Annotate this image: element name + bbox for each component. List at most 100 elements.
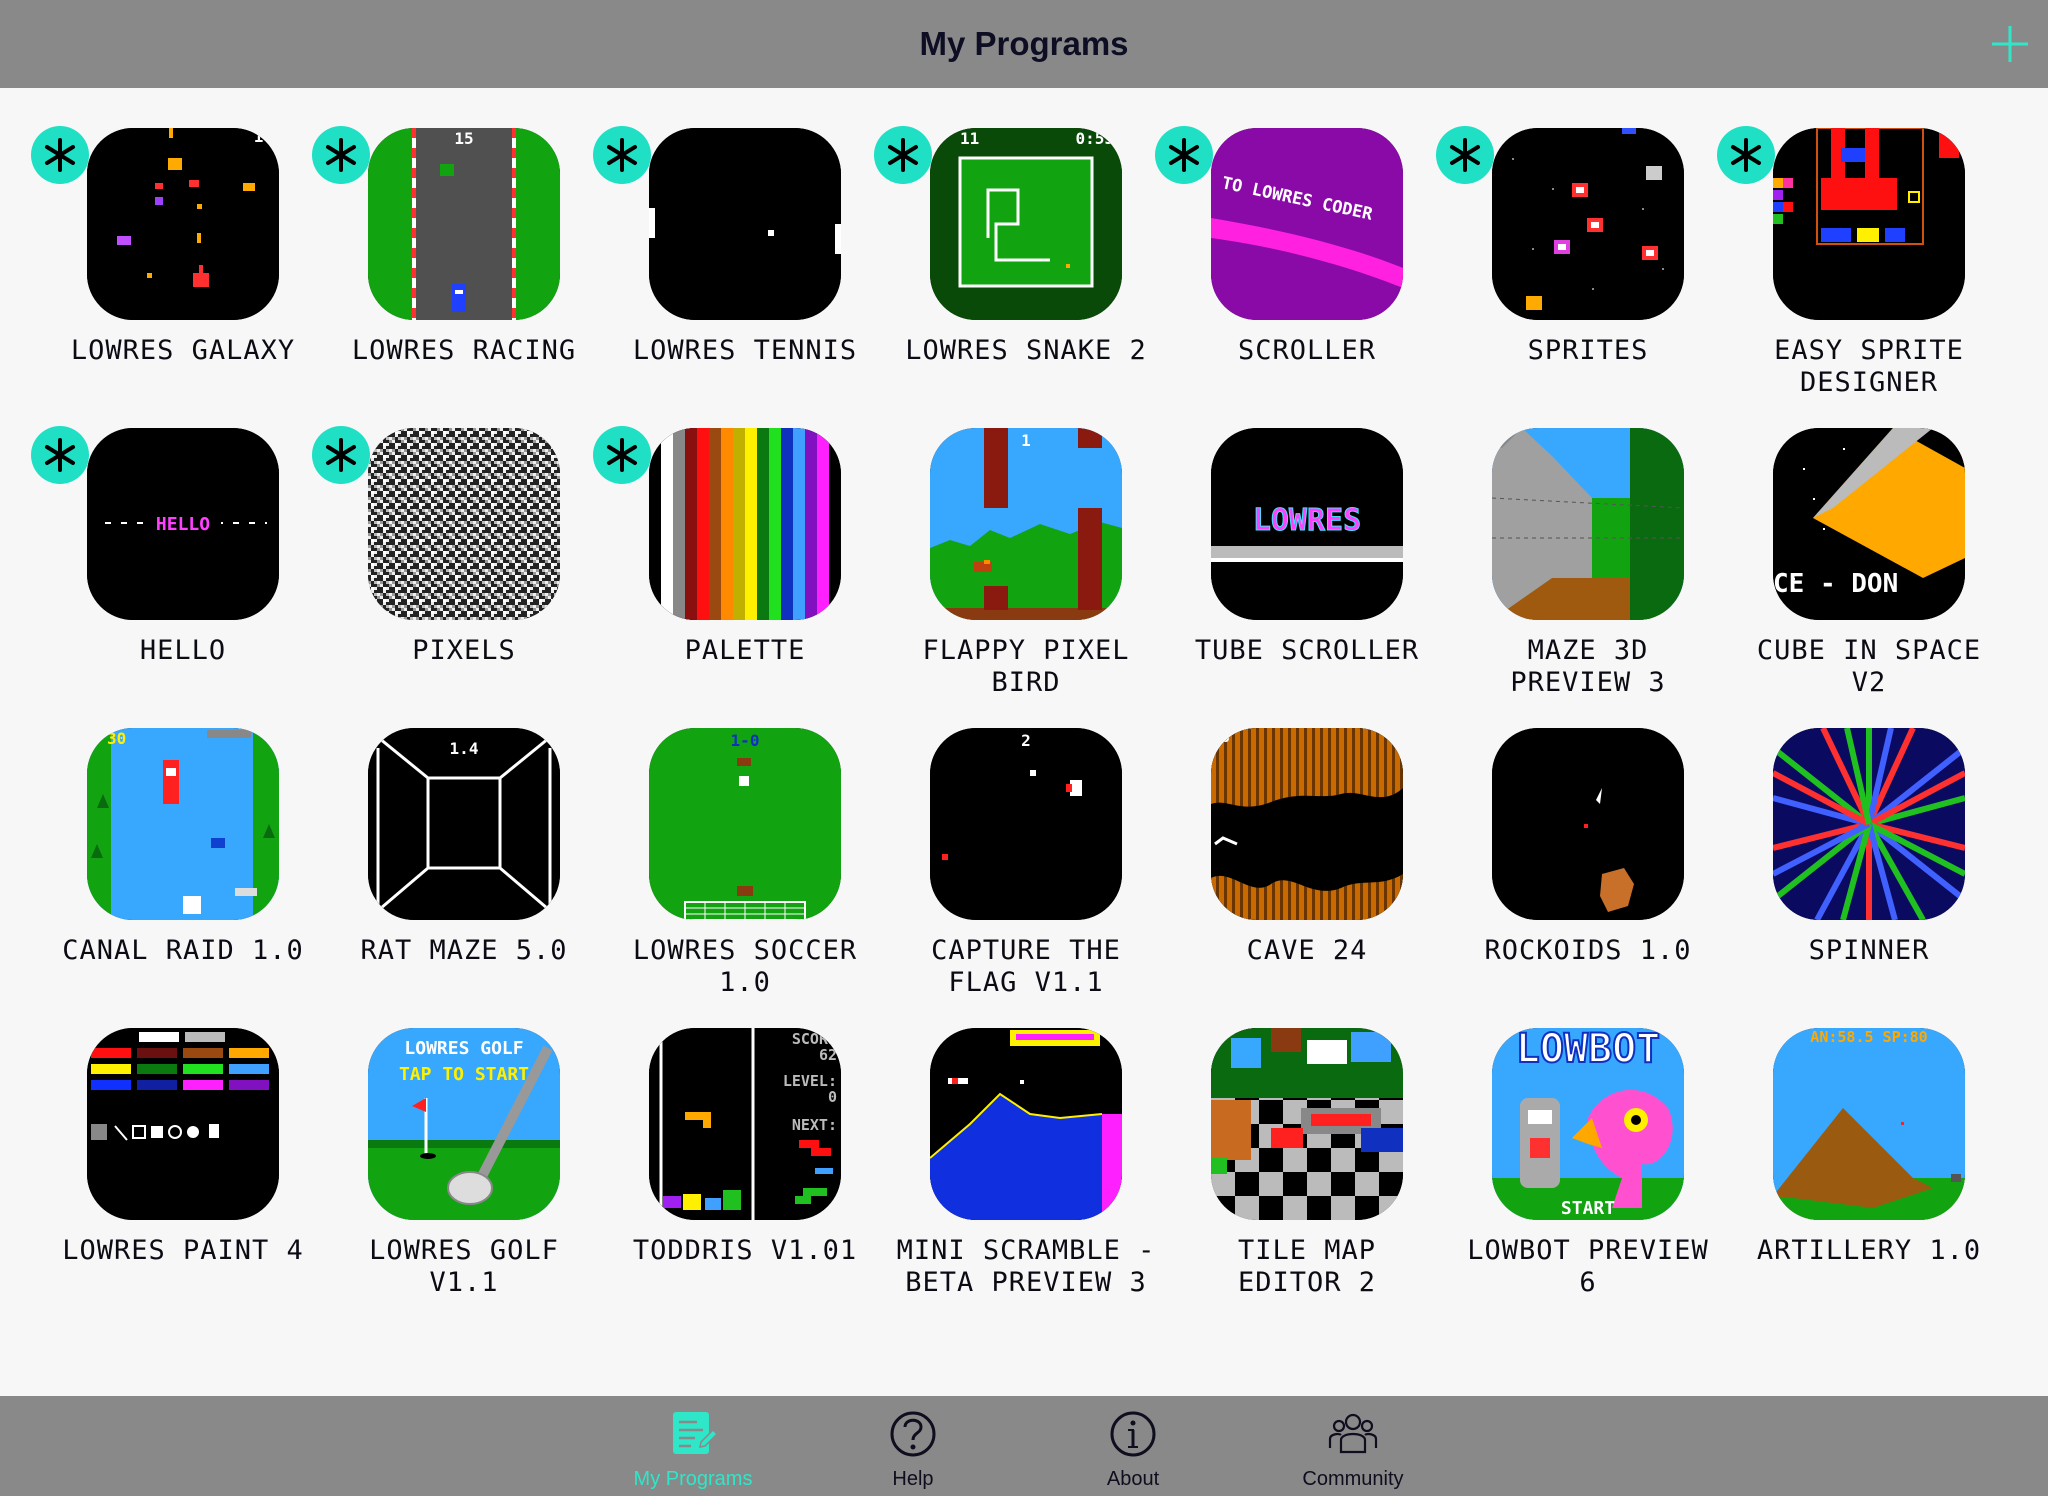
program-thumb-text: 1-0 bbox=[731, 731, 760, 750]
tab-label: Help bbox=[892, 1468, 934, 1490]
program-thumb-text: 30 bbox=[107, 729, 126, 748]
program-name: CANAL RAID 1.0 bbox=[62, 935, 304, 966]
program-name: PALETTE bbox=[684, 635, 806, 666]
add-program-button[interactable] bbox=[1986, 20, 2034, 68]
program-thumb-text-2: 0:55 bbox=[1075, 129, 1114, 148]
program-name: LOWRES SOCCER 1.0 bbox=[632, 935, 858, 998]
program-name: RAT MAZE 5.0 bbox=[360, 935, 568, 966]
page-title: My Programs bbox=[919, 25, 1129, 62]
help-icon bbox=[890, 1411, 936, 1457]
program-name: MINI SCRAMBLE - BETA PREVIEW 3 bbox=[896, 1235, 1156, 1298]
program-name: SPRITES bbox=[1527, 335, 1649, 366]
program-thumb-text: 15 bbox=[454, 129, 473, 148]
tab-bar: My Programs Help About Community bbox=[0, 1396, 2048, 1496]
program-name: FLAPPY PIXEL BIRD bbox=[922, 635, 1130, 698]
program-thumbnail[interactable]: 1-0 bbox=[649, 728, 841, 920]
program-thumb-text: LOWRES bbox=[1253, 503, 1361, 538]
program-name: LOWRES SNAKE 2 bbox=[905, 335, 1147, 366]
program-thumb-text-2: START bbox=[1561, 1198, 1615, 1219]
community-icon bbox=[1328, 1413, 1378, 1454]
program-name: TODDRIS V1.01 bbox=[632, 1235, 858, 1266]
program-thumb-text: 2 bbox=[1021, 731, 1031, 750]
program-thumbnail[interactable]: CE - DON bbox=[1773, 428, 1965, 620]
star-badge-icon bbox=[1436, 126, 1494, 184]
tab-community[interactable]: Community bbox=[1253, 1396, 1453, 1496]
program-name: CAPTURE THE FLAG V1.1 bbox=[931, 935, 1121, 998]
navigation-bar: My Programs bbox=[0, 0, 2048, 88]
tab-about[interactable]: About bbox=[1033, 1396, 1233, 1496]
program-thumbnail[interactable]: 1.4 bbox=[368, 728, 560, 920]
program-name: LOWRES GALAXY bbox=[70, 335, 296, 366]
program-name: PIXELS bbox=[412, 635, 516, 666]
program-thumbnail[interactable]: 11 0:55 bbox=[930, 128, 1122, 320]
program-name: SCROLLER bbox=[1237, 335, 1377, 366]
program-thumbnail[interactable]: 16 bbox=[87, 128, 279, 320]
about-icon bbox=[1110, 1411, 1156, 1457]
program-name: TILE MAP EDITOR 2 bbox=[1237, 1235, 1377, 1298]
program-thumbnail[interactable]: SCORE 62 LEVEL: 0 NEXT: bbox=[649, 1028, 841, 1220]
program-name: CUBE IN SPACE V2 bbox=[1756, 635, 1982, 698]
star-badge-icon bbox=[593, 126, 651, 184]
program-thumbnail[interactable] bbox=[1492, 428, 1684, 620]
program-thumb-text-2: TAP TO START bbox=[399, 1064, 529, 1085]
tab-label: Community bbox=[1302, 1468, 1404, 1490]
program-name: LOWBOT PREVIEW 6 bbox=[1467, 1235, 1709, 1298]
program-thumbnail[interactable]: 15 bbox=[368, 128, 560, 320]
star-badge-icon bbox=[593, 426, 651, 484]
program-thumbnail[interactable]: 33 bbox=[1211, 728, 1403, 920]
program-thumb-text: 33 bbox=[1213, 730, 1230, 746]
program-thumbnail[interactable] bbox=[1211, 1028, 1403, 1220]
program-thumbnail[interactable] bbox=[1492, 128, 1684, 320]
program-name: LOWRES PAINT 4 bbox=[62, 1235, 304, 1266]
tab-label: About bbox=[1106, 1468, 1160, 1490]
program-name: LOWRES GOLF V1.1 bbox=[369, 1235, 559, 1298]
program-name: TUBE SCROLLER bbox=[1194, 635, 1420, 666]
program-thumbnail[interactable]: LOWRES bbox=[1211, 428, 1403, 620]
program-thumb-text: LOWBOT bbox=[1516, 1028, 1661, 1072]
program-name: LOWRES RACING bbox=[351, 335, 577, 366]
program-thumbnail[interactable]: HELLO bbox=[87, 428, 279, 620]
program-thumbnail[interactable]: TO LOWRES CODER bbox=[1211, 128, 1403, 320]
program-name: ARTILLERY 1.0 bbox=[1756, 1235, 1982, 1266]
star-badge-icon bbox=[312, 126, 370, 184]
program-thumb-text-5: NEXT: bbox=[792, 1116, 837, 1134]
program-thumbnail[interactable] bbox=[87, 1028, 279, 1220]
program-thumb-text: LOWRES GOLF bbox=[404, 1038, 523, 1059]
program-thumbnail[interactable] bbox=[368, 428, 560, 620]
tab-help[interactable]: Help bbox=[813, 1396, 1013, 1496]
program-thumbnail[interactable]: 1 bbox=[930, 428, 1122, 620]
program-thumb-text: HELLO bbox=[156, 514, 210, 535]
program-thumbnail[interactable]: AN:58.5 SP:80 bbox=[1773, 1028, 1965, 1220]
program-thumb-text: CE - DON bbox=[1773, 569, 1898, 599]
program-thumbnail[interactable] bbox=[930, 1028, 1122, 1220]
program-thumbnail[interactable] bbox=[1773, 728, 1965, 920]
program-name: ROCKOIDS 1.0 bbox=[1484, 935, 1692, 966]
program-thumbnail[interactable] bbox=[1492, 728, 1684, 920]
tab-my-programs[interactable]: My Programs bbox=[593, 1396, 793, 1496]
star-badge-icon bbox=[312, 426, 370, 484]
tab-label: My Programs bbox=[633, 1468, 753, 1490]
star-badge-icon bbox=[31, 426, 89, 484]
program-thumbnail[interactable]: LOWRES GOLF TAP TO START bbox=[368, 1028, 560, 1220]
program-thumbnail[interactable] bbox=[649, 128, 841, 320]
program-thumb-text: 1 bbox=[1021, 431, 1031, 450]
program-thumb-text-4: 0 bbox=[828, 1088, 837, 1106]
my-programs-icon bbox=[673, 1412, 719, 1454]
program-thumbnail[interactable] bbox=[649, 428, 841, 620]
program-thumb-text: 11 bbox=[960, 129, 979, 148]
programs-grid: 16 LOWRES GALAXY 15 LOWRES RACING LOWRES… bbox=[0, 88, 2048, 1396]
program-name: SPINNER bbox=[1808, 935, 1930, 966]
program-name: MAZE 3D PREVIEW 3 bbox=[1510, 635, 1666, 698]
star-badge-icon bbox=[1155, 126, 1213, 184]
star-badge-icon bbox=[874, 126, 932, 184]
star-badge-icon bbox=[1717, 126, 1775, 184]
program-name: HELLO bbox=[139, 635, 227, 666]
program-thumb-text: AN:58.5 SP:80 bbox=[1810, 1028, 1927, 1046]
program-thumbnail[interactable]: LOWBOT START bbox=[1492, 1028, 1684, 1220]
program-thumb-text-2: 62 bbox=[819, 1046, 837, 1064]
program-thumbnail[interactable]: 30 bbox=[87, 728, 279, 920]
program-thumb-text: 16 bbox=[254, 128, 273, 146]
program-thumbnail[interactable] bbox=[1773, 128, 1965, 320]
program-name: EASY SPRITE DESIGNER bbox=[1774, 335, 1964, 398]
program-thumbnail[interactable]: 2 bbox=[930, 728, 1122, 920]
